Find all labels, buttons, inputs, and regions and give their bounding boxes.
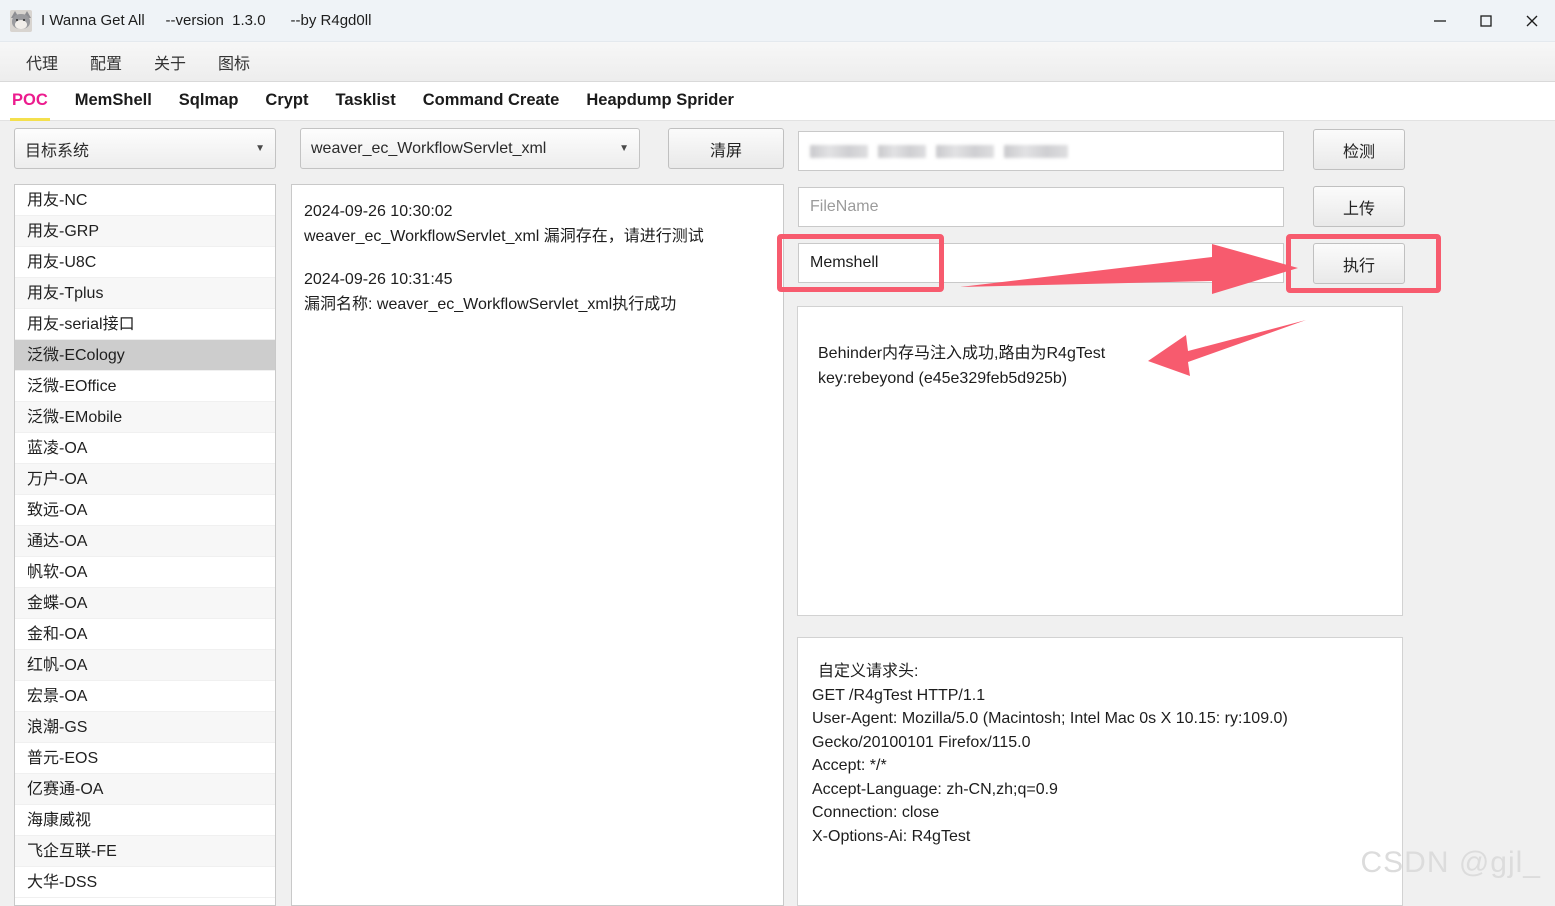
target-system-dropdown[interactable]: 目标系统 ▼: [14, 128, 276, 169]
target-url-input[interactable]: [798, 131, 1284, 171]
window-controls: [1417, 0, 1555, 41]
result-line-1: Behinder内存马注入成功,路由为R4gTest: [818, 345, 1106, 362]
list-item[interactable]: 宏景-OA: [15, 681, 275, 712]
list-item[interactable]: 蓝凌-OA: [15, 433, 275, 464]
log-spacer: [304, 249, 771, 267]
log-entry-time: 2024-09-26 10:30:02: [304, 203, 453, 220]
filename-placeholder: FileName: [810, 198, 879, 215]
command-input[interactable]: Memshell: [798, 243, 1284, 283]
list-item[interactable]: 泛微-EMobile: [15, 402, 275, 433]
redacted-url-value: [810, 144, 1068, 158]
log-output-panel[interactable]: 2024-09-26 10:30:02 weaver_ec_WorkflowSe…: [291, 184, 784, 906]
filename-input[interactable]: FileName: [798, 187, 1284, 227]
list-item[interactable]: 飞企互联-FE: [15, 836, 275, 867]
upload-button[interactable]: 上传: [1313, 186, 1405, 227]
list-item[interactable]: 用友-Tplus: [15, 278, 275, 309]
header-line: X-Options-Ai: R4gTest: [812, 827, 971, 845]
list-item[interactable]: 海康威视: [15, 805, 275, 836]
poc-dropdown[interactable]: weaver_ec_WorkflowServlet_xml ▼: [300, 128, 640, 169]
title-bar: I Wanna Get All --version 1.3.0 --by R4g…: [0, 0, 1555, 42]
custom-headers-panel[interactable]: 自定义请求头: GET /R4gTest HTTP/1.1 User-Agent…: [797, 637, 1403, 906]
close-icon[interactable]: [1509, 0, 1555, 41]
menu-bar: 代理 配置 关于 图标: [0, 42, 1555, 82]
tab-bar: POC MemShell Sqlmap Crypt Tasklist Comma…: [0, 82, 1555, 121]
result-output-panel[interactable]: Behinder内存马注入成功,路由为R4gTest key:rebeyond …: [797, 306, 1403, 616]
header-line: Connection: close: [812, 804, 940, 821]
list-item[interactable]: 帆软-OA: [15, 557, 275, 588]
minimize-icon[interactable]: [1417, 0, 1463, 41]
log-entry-text: 漏洞名称: weaver_ec_WorkflowServlet_xml执行成功: [304, 296, 677, 313]
command-value: Memshell: [810, 254, 879, 271]
header-line: User-Agent: Mozilla/5.0 (Macintosh; Inte…: [812, 710, 1288, 727]
application-window: I Wanna Get All --version 1.3.0 --by R4g…: [0, 0, 1555, 906]
detect-button[interactable]: 检测: [1313, 129, 1405, 170]
header-line: Gecko/20100101 Firefox/115.0: [812, 733, 1031, 751]
list-item[interactable]: 金和-OA: [15, 619, 275, 650]
header-line: Accept-Language: zh-CN,zh;q=0.9: [812, 780, 1058, 798]
menu-item-icon[interactable]: 图标: [208, 46, 260, 78]
watermark: CSDN @gjl_: [1360, 846, 1541, 879]
result-line-2: key:rebeyond (e45e329feb5d925b): [818, 370, 1068, 387]
list-item[interactable]: 用友-U8C: [15, 247, 275, 278]
list-item[interactable]: 泛微-EOffice: [15, 371, 275, 402]
menu-item-config[interactable]: 配置: [80, 46, 132, 78]
tab-crypt[interactable]: Crypt: [265, 81, 308, 121]
tab-heapdump-sprider[interactable]: Heapdump Sprider: [586, 81, 734, 121]
list-item[interactable]: 红帆-OA: [15, 650, 275, 681]
target-system-list[interactable]: 用友-NC 用友-GRP 用友-U8C 用友-Tplus 用友-serial接口…: [14, 184, 276, 906]
tab-memshell[interactable]: MemShell: [75, 81, 152, 121]
tab-command-create[interactable]: Command Create: [423, 81, 560, 121]
list-item[interactable]: 用友-GRP: [15, 216, 275, 247]
tab-sqlmap[interactable]: Sqlmap: [179, 81, 239, 121]
list-item[interactable]: 大华-DSS: [15, 867, 275, 898]
execute-button[interactable]: 执行: [1313, 243, 1405, 284]
list-item[interactable]: 浪潮-GS: [15, 712, 275, 743]
list-item[interactable]: 用友-serial接口: [15, 309, 275, 340]
clear-screen-button[interactable]: 清屏: [668, 128, 784, 169]
menu-item-about[interactable]: 关于: [144, 46, 196, 78]
poc-value: weaver_ec_WorkflowServlet_xml: [311, 139, 547, 157]
list-item[interactable]: 普元-EOS: [15, 743, 275, 774]
list-item[interactable]: 万户-OA: [15, 464, 275, 495]
maximize-icon[interactable]: [1463, 0, 1509, 41]
log-entry-text: weaver_ec_WorkflowServlet_xml 漏洞存在，请进行测试: [304, 228, 704, 245]
list-item[interactable]: 致远-OA: [15, 495, 275, 526]
window-title: I Wanna Get All --version 1.3.0 --by R4g…: [41, 12, 372, 29]
cat-icon: [10, 9, 32, 32]
list-item[interactable]: 金蝶-OA: [15, 588, 275, 619]
menu-item-proxy[interactable]: 代理: [16, 46, 68, 78]
tab-poc[interactable]: POC: [10, 81, 50, 121]
chevron-down-icon: ▼: [255, 143, 265, 154]
header-line: Accept: */*: [812, 757, 887, 774]
tab-tasklist[interactable]: Tasklist: [336, 81, 396, 121]
list-item[interactable]: 亿赛通-OA: [15, 774, 275, 805]
headers-title: 自定义请求头:: [818, 663, 919, 680]
target-system-value: 目标系统: [25, 142, 90, 160]
header-line: GET /R4gTest HTTP/1.1: [812, 686, 986, 704]
list-item[interactable]: 用友-NC: [15, 185, 275, 216]
list-item-selected[interactable]: 泛微-ECology: [15, 340, 275, 371]
log-entry-time: 2024-09-26 10:31:45: [304, 271, 453, 288]
list-item[interactable]: 通达-OA: [15, 526, 275, 557]
chevron-down-icon: ▼: [619, 143, 629, 154]
